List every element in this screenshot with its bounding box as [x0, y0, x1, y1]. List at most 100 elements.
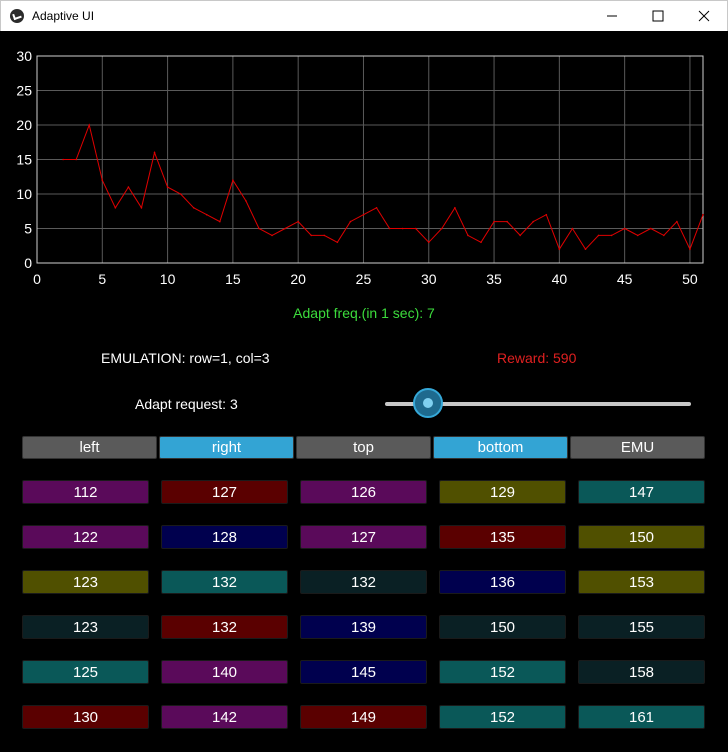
data-point — [101, 179, 104, 181]
close-icon — [698, 10, 710, 22]
x-tick-label: 45 — [617, 271, 633, 287]
value-button[interactable]: 140 — [161, 660, 288, 684]
y-tick-label: 5 — [24, 221, 32, 237]
x-tick-label: 40 — [552, 271, 568, 287]
value-button[interactable]: 123 — [22, 615, 149, 639]
data-point — [571, 227, 574, 230]
value-button[interactable]: 132 — [161, 615, 288, 639]
data-point — [636, 234, 639, 237]
value-button[interactable]: 150 — [578, 525, 705, 549]
value-button[interactable]: 147 — [578, 480, 705, 504]
tab-emu[interactable]: EMU — [570, 436, 705, 459]
value-button[interactable]: 145 — [300, 660, 427, 684]
grid-row: 112 127 126 129 147 — [22, 480, 717, 504]
data-point — [323, 234, 326, 237]
y-tick-label: 20 — [16, 117, 32, 133]
data-point — [205, 213, 208, 216]
value-button[interactable]: 127 — [161, 480, 288, 504]
x-tick-label: 15 — [225, 271, 241, 287]
tab-left[interactable]: left — [22, 436, 157, 459]
data-point — [663, 234, 665, 237]
data-point — [153, 151, 156, 154]
value-button[interactable]: 135 — [439, 525, 566, 549]
value-button[interactable]: 122 — [22, 525, 149, 549]
maximize-button[interactable] — [635, 1, 681, 31]
data-point — [689, 248, 691, 250]
adapt-request-label: Adapt request: 3 — [135, 396, 238, 412]
tab-right[interactable]: right — [159, 436, 294, 459]
value-button[interactable]: 142 — [161, 705, 288, 729]
value-button[interactable]: 153 — [578, 570, 705, 594]
emulation-label: EMULATION: row=1, col=3 — [101, 350, 270, 366]
value-button[interactable]: 128 — [161, 525, 288, 549]
value-button[interactable]: 123 — [22, 570, 149, 594]
adapt-frequency-chart: 0 5 10 15 20 25 30 35 40 45 50 0 5 10 15 20 25 30 — [16, 48, 704, 287]
grid-row: 123 132 132 136 153 — [22, 570, 717, 594]
close-button[interactable] — [681, 1, 727, 31]
position-tabs: left right top bottom EMU — [22, 436, 705, 459]
value-button[interactable]: 149 — [300, 705, 427, 729]
value-button[interactable]: 127 — [300, 525, 427, 549]
data-point — [375, 207, 378, 209]
data-point — [388, 227, 391, 230]
value-button[interactable]: 129 — [439, 480, 566, 504]
data-point — [480, 241, 482, 244]
adapt-freq-label: Adapt freq.(in 1 sec): 7 — [293, 305, 435, 321]
value-button[interactable]: 150 — [439, 615, 566, 639]
maximize-icon — [652, 10, 664, 22]
y-tick-label: 0 — [24, 255, 32, 271]
data-point — [179, 193, 182, 195]
value-button[interactable]: 155 — [578, 615, 705, 639]
data-point — [127, 186, 130, 188]
grid-row: 122 128 127 135 150 — [22, 525, 717, 549]
value-button[interactable]: 132 — [161, 570, 288, 594]
tab-bottom[interactable]: bottom — [433, 436, 568, 459]
window-title: Adaptive UI — [32, 9, 95, 23]
data-point — [401, 227, 404, 230]
data-point — [623, 227, 626, 230]
data-point — [166, 186, 169, 188]
data-point — [349, 220, 352, 223]
value-button[interactable]: 136 — [439, 570, 566, 594]
data-point — [532, 220, 535, 223]
adapt-request-slider-handle[interactable] — [413, 388, 443, 418]
data-point — [310, 234, 313, 237]
x-tick-label: 30 — [421, 271, 437, 287]
minimize-button[interactable] — [589, 1, 635, 31]
data-point — [610, 234, 613, 237]
value-button[interactable]: 152 — [439, 660, 566, 684]
data-point — [75, 158, 77, 161]
data-point — [271, 234, 273, 237]
x-tick-label: 20 — [290, 271, 306, 287]
data-point — [702, 213, 704, 216]
value-button[interactable]: 158 — [578, 660, 705, 684]
tab-top[interactable]: top — [296, 436, 431, 459]
grid-row: 130 142 149 152 161 — [22, 705, 717, 729]
data-point — [454, 207, 456, 209]
data-point — [519, 234, 521, 237]
value-button[interactable]: 132 — [300, 570, 427, 594]
data-point — [597, 234, 600, 237]
x-tick-label: 25 — [356, 271, 372, 287]
value-button[interactable]: 130 — [22, 705, 149, 729]
data-point — [192, 207, 195, 209]
value-button[interactable]: 112 — [22, 480, 149, 504]
data-point — [558, 248, 561, 250]
data-point — [427, 241, 430, 244]
data-point — [62, 158, 64, 161]
value-button[interactable]: 125 — [22, 660, 149, 684]
value-button[interactable]: 126 — [300, 480, 427, 504]
data-point — [545, 213, 548, 216]
data-point — [232, 179, 234, 181]
value-button[interactable]: 152 — [439, 705, 566, 729]
grid-row: 123 132 139 150 155 — [22, 615, 717, 639]
data-point — [140, 207, 143, 209]
data-point — [584, 248, 587, 250]
data-point — [362, 213, 365, 216]
value-button[interactable]: 139 — [300, 615, 427, 639]
grid-row: 125 140 145 152 158 — [22, 660, 717, 684]
data-point — [414, 227, 417, 230]
value-button[interactable]: 161 — [578, 705, 705, 729]
data-point — [649, 227, 652, 230]
minimize-icon — [607, 15, 617, 17]
